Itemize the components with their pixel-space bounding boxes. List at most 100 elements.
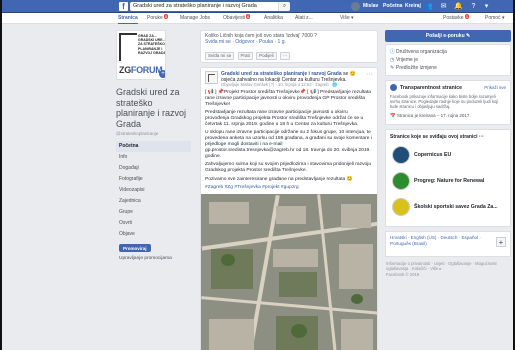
right-sidebar: Pošalji e-poruku ✎ ⓘDruštvena organizaci… [385, 30, 511, 277]
follow-button[interactable]: Prati [237, 52, 253, 60]
send-message-button[interactable]: Pošalji e-poruku ✎ [385, 30, 511, 42]
list-item[interactable]: ◷ Vrijeme je [390, 56, 506, 64]
tab-publishing-tools[interactable]: Alati z... [295, 13, 313, 24]
tab-settings[interactable]: Postavke 3 [443, 13, 469, 24]
search-icon[interactable]: ⌕ [278, 2, 290, 11]
page-created-date[interactable]: 📅 Stranica je kreirana – 17. rujna 2017. [390, 113, 506, 119]
nav-item-events[interactable]: Događaji [116, 163, 191, 174]
nav-item-info[interactable]: Info [116, 152, 191, 163]
nav-item-reviews[interactable]: Osvrti [116, 218, 191, 229]
copyright: Facebook © 2019 [386, 272, 420, 277]
previous-post-card: Koliko Ličnih koja ćem još ovo stara 'iz… [200, 30, 378, 63]
messenger-icon[interactable]: ✉ [439, 2, 448, 11]
share-button[interactable]: Podijeli [256, 52, 277, 60]
map-tree [291, 324, 307, 339]
avatar[interactable] [351, 2, 360, 11]
tab-label: Analitika [264, 15, 283, 21]
map-road [317, 194, 338, 350]
post-card: Gradski ured za strateško planiranje i r… [200, 67, 378, 350]
create-link[interactable]: Kreiraj [405, 0, 421, 13]
manage-promotions-link[interactable]: Upravljanje promocijama [116, 256, 191, 261]
tab-inbox[interactable]: Poruke 8 [147, 13, 169, 24]
post-paragraph: Zahvaljujemo svima koji su svojim prijed… [205, 162, 372, 174]
post-action-bar: Sviđa mi se Prati Podijeli ··· [205, 52, 292, 60]
count-badge: 3 [464, 14, 469, 19]
tab-label: Obavijesti [223, 15, 245, 21]
nav-item-groups[interactable]: Grupe [116, 207, 191, 218]
language-card: Hrvatski · English (US) · Deutsch · Espa… [385, 231, 511, 257]
copernicus-logo-icon [392, 146, 410, 164]
tab-label: Stranica [118, 15, 138, 21]
list-item-label: Predložite izmjene [396, 65, 437, 71]
notifications-icon[interactable]: 🔔 [454, 2, 463, 11]
tab-notifications[interactable]: Obavijesti 6 [223, 13, 251, 24]
promote-button[interactable]: Promoviraj [119, 244, 151, 252]
nav-item-posts[interactable]: Objave [116, 229, 191, 240]
page-tabs: Stranica Poruke 8 Manage Jobs Obavijesti 6… [2, 13, 513, 24]
tab-manage-jobs[interactable]: Manage Jobs [180, 13, 210, 24]
comment-actions[interactable]: Sviđa mi se · Odgovor · Pouka · 1 g. [205, 39, 373, 45]
more-button[interactable]: ··· [279, 52, 291, 60]
count-badge: 6 [245, 14, 251, 19]
help-menu[interactable]: Pomoć ▾ [485, 13, 504, 24]
map-building [209, 319, 254, 350]
profile-link[interactable]: Mislav [363, 0, 378, 13]
see-all-link[interactable]: Prikaži sve [484, 85, 506, 90]
map-tree [351, 294, 363, 305]
page-nav: Početna Info Događaji Fotografije Videoz… [116, 141, 191, 240]
post-meta[interactable]: Objavljuje Mislav Gorišek (?) · 10. srpn… [221, 82, 337, 88]
like-button[interactable]: Sviđa mi se [205, 52, 235, 60]
tab-page[interactable]: Stranica [118, 13, 138, 24]
logo-forum: ZGFORUM [119, 65, 163, 75]
page-handle[interactable]: @strateskoplaniranje [116, 131, 191, 136]
search-value: Gradski ured za strateško planiranje i r… [133, 3, 257, 9]
page-title[interactable]: Gradski ured za strateško planiranje i r… [116, 87, 191, 129]
nav-item-photos[interactable]: Fotografije [116, 174, 191, 185]
facebook-logo-icon[interactable]: f [119, 2, 128, 11]
aerial-map-image[interactable] [201, 194, 377, 350]
liked-page-name[interactable]: Copernicus EU [414, 152, 451, 158]
nav-item-community[interactable]: Zajednica [116, 196, 191, 207]
transparency-description: Facebook prikazuje informacije kako bist… [390, 94, 499, 109]
liked-page-name[interactable]: Školski sportski savez Grada Za... [414, 204, 498, 210]
list-item[interactable]: ⓘDruštvena organizacija [390, 48, 506, 56]
logo-forum-prefix: ZG [119, 65, 131, 75]
nav-item-home[interactable]: Početna [116, 141, 191, 152]
home-link[interactable]: Početna [383, 0, 402, 13]
nav-item-videos[interactable]: Videozapisi [116, 185, 191, 196]
tab-label: Manage Jobs [180, 15, 211, 21]
footer-text[interactable]: Informacije o privatnosti · Uvjeti · Ogl… [386, 261, 511, 271]
liked-page-name[interactable]: Progreg: Nature for Renewal [414, 178, 484, 184]
post-body: [ 📢 ] 📌Projekt Prostor središta Trešnjev… [205, 90, 373, 191]
list-item[interactable]: Progreg: Nature for Renewal [390, 170, 506, 196]
list-item-label: Društvena organizacija [396, 49, 447, 55]
friends-icon[interactable]: 👥 [424, 2, 433, 11]
map-building [209, 202, 249, 225]
main-feed: Koliko Ličnih koja ćem još ovo stara 'iz… [200, 30, 378, 350]
list-item[interactable]: Copernicus EU [390, 144, 506, 170]
post-hashtags[interactable]: #Zagreb #Zg #Trešnjevka #projekt #gupzrg [205, 185, 373, 191]
help-icon[interactable]: ? [469, 2, 478, 11]
search-input[interactable]: Gradski ured za strateško planiranje i r… [130, 2, 290, 11]
page-info-list: ⓘDruštvena organizacija ◷ Vrijeme je ✎ Pre… [385, 44, 511, 76]
tab-insights[interactable]: Analitika [264, 13, 283, 24]
chevron-down-icon[interactable]: ▾ [482, 2, 491, 11]
map-building [273, 249, 318, 268]
camera-icon[interactable]: + [159, 70, 165, 78]
tab-label: Više ▾ [340, 15, 354, 21]
liked-pages-title: Stranice koje se sviđaju ovoj stranici ·… [390, 134, 484, 140]
post-paragraph: Predstavljanje rezultata rane izravne pa… [205, 110, 364, 128]
tab-label: Poruke [147, 15, 163, 21]
left-sidebar: GRAD ZA... GRADSKI URE... ZA STRATEŠKO..… [116, 30, 191, 261]
footer-links: Informacije o privatnosti · Uvjeti · Ogl… [385, 261, 511, 277]
language-links[interactable]: Hrvatski · English (US) · Deutsch · Espa… [390, 235, 490, 247]
add-language-button[interactable]: + [496, 237, 506, 247]
page-profile-picture[interactable]: GRAD ZA... GRADSKI URE... ZA STRATEŠKO..… [116, 30, 166, 80]
map-building [341, 319, 373, 350]
tab-more[interactable]: Više ▾ [340, 13, 354, 24]
post-paragraph: [ 📢 ] 📌Projekt Prostor središta Trešnjev… [205, 90, 371, 107]
list-item[interactable]: ✎ Predložite izmjene [390, 64, 506, 72]
post-author-avatar[interactable] [205, 71, 218, 84]
list-item[interactable]: Školski sportski savez Grada Za... [390, 196, 506, 222]
more-options-icon[interactable]: ··· [366, 71, 373, 78]
